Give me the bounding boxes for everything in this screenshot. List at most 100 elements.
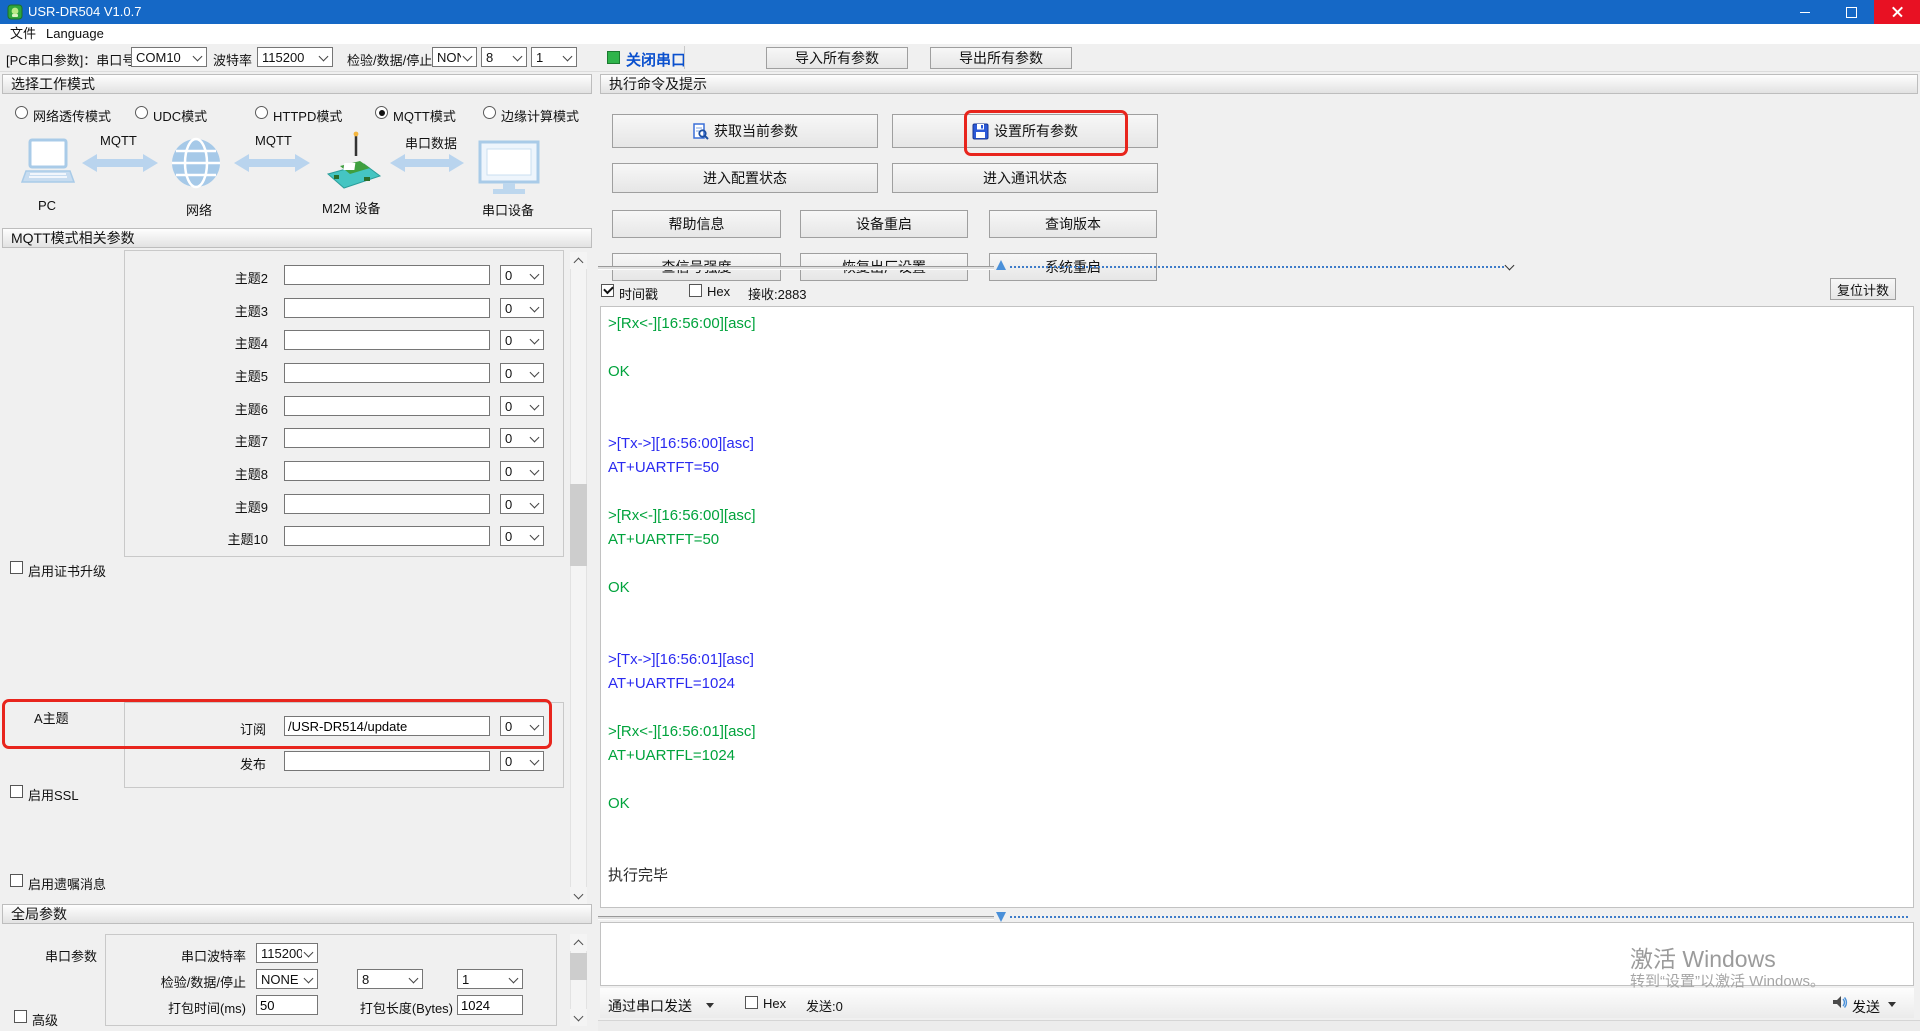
- save-floppy-icon: [972, 123, 989, 140]
- pc-serial-params-label: [PC串口参数]：串口号: [6, 50, 135, 69]
- import-params-button[interactable]: 导入所有参数: [766, 47, 908, 69]
- params-scroll-up[interactable]: [570, 252, 587, 269]
- device-reboot-button[interactable]: 设备重启: [800, 210, 968, 238]
- close-serial-button[interactable]: 关闭串口: [626, 49, 686, 70]
- menu-bar: 文件 Language: [0, 24, 1920, 44]
- topic3-qos-select[interactable]: 0: [500, 298, 544, 318]
- params-scroll-down[interactable]: [570, 887, 587, 904]
- global-databits-select[interactable]: 8: [357, 969, 423, 989]
- enter-config-button[interactable]: 进入配置状态: [612, 163, 878, 193]
- topic6-input[interactable]: [284, 396, 490, 416]
- timestamp-checkbox[interactable]: [601, 284, 614, 297]
- baud-select[interactable]: 115200: [257, 47, 333, 67]
- chevron-down-icon: [513, 52, 523, 62]
- close-button[interactable]: [1874, 0, 1920, 24]
- databits-select[interactable]: 8: [481, 47, 527, 67]
- serial-data-arrow-icon: [390, 152, 464, 174]
- port-open-indicator: [607, 51, 620, 64]
- export-params-button[interactable]: 导出所有参数: [930, 47, 1072, 69]
- send-via-serial-dropdown[interactable]: 通过串口发送: [608, 996, 692, 1016]
- send-trackbar-thumb[interactable]: [996, 912, 1006, 922]
- topic3-input[interactable]: [284, 298, 490, 318]
- log-trackbar-dots: [1010, 266, 1504, 268]
- reset-count-button[interactable]: 复位计数: [1830, 278, 1896, 300]
- global-scroll-up[interactable]: [570, 934, 587, 951]
- topic8-label: 主题8: [188, 464, 268, 483]
- chevron-down-icon: [530, 368, 540, 378]
- radio-edge[interactable]: [483, 106, 496, 119]
- global-scroll-down[interactable]: [570, 1009, 587, 1026]
- pc-icon: [20, 138, 76, 196]
- will-message-checkbox[interactable]: [10, 874, 23, 887]
- will-message-label: 启用遗嘱消息: [28, 874, 106, 893]
- cert-upgrade-checkbox[interactable]: [10, 561, 23, 574]
- topic2-qos-select[interactable]: 0: [500, 265, 544, 285]
- set-params-button[interactable]: 设置所有参数: [892, 114, 1158, 148]
- topic5-input[interactable]: [284, 363, 490, 383]
- ssl-label: 启用SSL: [28, 785, 79, 804]
- topic2-input[interactable]: [284, 265, 490, 285]
- publish-label: 发布: [200, 754, 266, 773]
- topic10-input[interactable]: [284, 526, 490, 546]
- params-scrollbar[interactable]: [570, 252, 587, 904]
- subscribe-topic-input[interactable]: [284, 716, 490, 736]
- topic10-qos-select[interactable]: 0: [500, 526, 544, 546]
- menu-file[interactable]: 文件: [4, 24, 42, 44]
- recv-count: 接收:2883: [748, 284, 807, 303]
- log-trackbar-thumb[interactable]: [996, 260, 1006, 270]
- topic8-input[interactable]: [284, 461, 490, 481]
- stopbits-select[interactable]: 1: [531, 47, 577, 67]
- get-params-button[interactable]: 获取当前参数: [612, 114, 878, 148]
- doc-search-icon: [692, 123, 709, 140]
- topic7-qos-select[interactable]: 0: [500, 428, 544, 448]
- title-bar: USR-DR504 V1.0.7: [0, 0, 1920, 24]
- global-baud-select[interactable]: 115200: [256, 943, 318, 963]
- pack-length-input[interactable]: [457, 995, 523, 1015]
- query-version-button[interactable]: 查询版本: [989, 210, 1157, 238]
- topic2-label: 主题2: [188, 268, 268, 287]
- app-icon: [7, 4, 23, 20]
- ssl-checkbox[interactable]: [10, 785, 23, 798]
- send-trackbar-dots: [1010, 916, 1908, 918]
- radio-udc[interactable]: [135, 106, 148, 119]
- radio-net-transparent[interactable]: [15, 106, 28, 119]
- chevron-down-icon: [530, 499, 540, 509]
- global-stopbits-select[interactable]: 1: [457, 969, 523, 989]
- maximize-button[interactable]: [1828, 0, 1874, 24]
- parity-select[interactable]: NONI: [432, 47, 477, 67]
- send-hex-label: Hex: [763, 996, 786, 1011]
- radio-httpd[interactable]: [255, 106, 268, 119]
- send-hex-checkbox[interactable]: [745, 996, 758, 1009]
- send-button[interactable]: 发送: [1852, 997, 1880, 1017]
- windows-activation-watermark-line1: 激活 Windows: [1630, 940, 1776, 974]
- mqtt-arrow-icon: [234, 152, 310, 174]
- topic8-qos-select[interactable]: 0: [500, 461, 544, 481]
- enter-comm-button[interactable]: 进入通讯状态: [892, 163, 1158, 193]
- topic9-input[interactable]: [284, 494, 490, 514]
- topic3-label: 主题3: [188, 301, 268, 320]
- topic7-input[interactable]: [284, 428, 490, 448]
- radio-mqtt[interactable]: [375, 106, 388, 119]
- log-area[interactable]: [600, 306, 1914, 908]
- topic9-qos-select[interactable]: 0: [500, 494, 544, 514]
- log-hex-checkbox[interactable]: [689, 284, 702, 297]
- global-scroll-thumb[interactable]: [570, 953, 587, 980]
- toolbar-separator: [684, 46, 685, 69]
- publish-topic-input[interactable]: [284, 751, 490, 771]
- topic5-qos-select[interactable]: 0: [500, 363, 544, 383]
- publish-qos-select[interactable]: 0: [500, 751, 544, 771]
- global-baud-label: 串口波特率: [156, 946, 246, 965]
- topic4-input[interactable]: [284, 330, 490, 350]
- subscribe-qos-select[interactable]: 0: [500, 716, 544, 736]
- params-scroll-thumb[interactable]: [570, 484, 587, 566]
- advanced-checkbox[interactable]: [14, 1010, 27, 1023]
- menu-language[interactable]: Language: [40, 24, 110, 44]
- minimize-button[interactable]: [1782, 0, 1828, 24]
- topic4-qos-select[interactable]: 0: [500, 330, 544, 350]
- diagram-node-pc-label: PC: [38, 198, 56, 213]
- com-port-select[interactable]: COM10: [131, 47, 207, 67]
- topic6-qos-select[interactable]: 0: [500, 396, 544, 416]
- help-info-button[interactable]: 帮助信息: [612, 210, 781, 238]
- global-parity-select[interactable]: NONE: [256, 969, 318, 989]
- pack-time-input[interactable]: [256, 995, 318, 1015]
